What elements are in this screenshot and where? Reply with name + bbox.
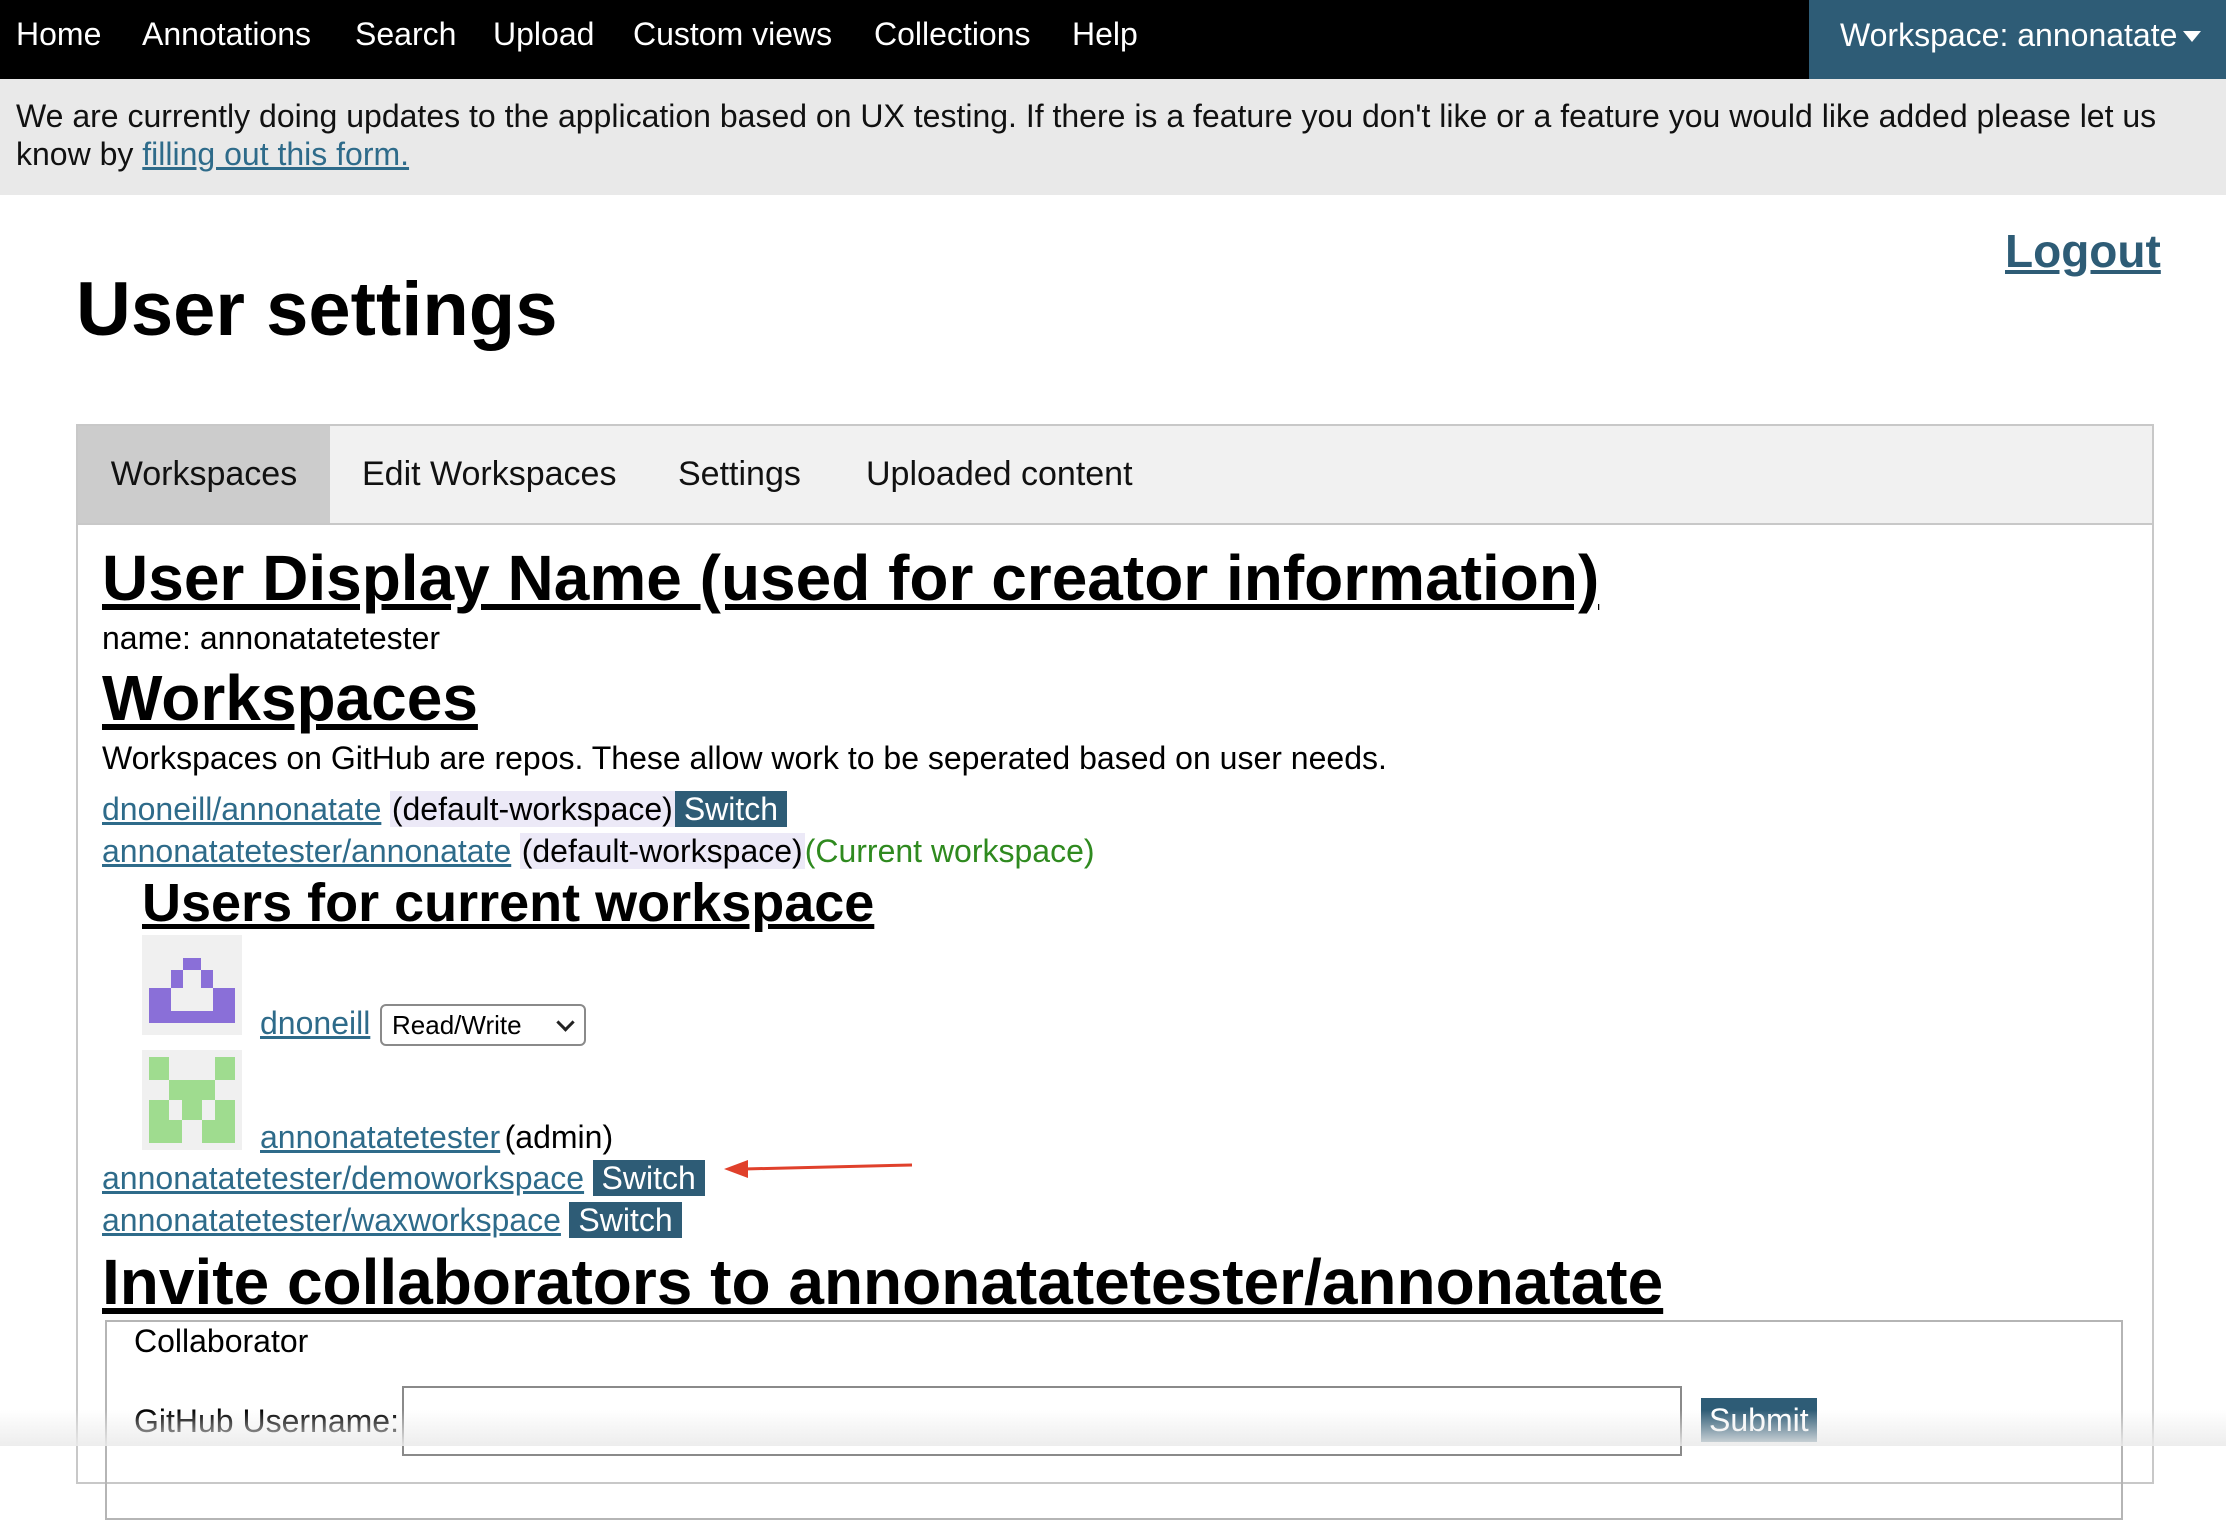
workspace-link[interactable]: dnoneill/annonatate [102,791,381,827]
user-link[interactable]: dnoneill [260,1005,370,1041]
tab-bar: Workspaces Edit Workspaces Settings Uplo… [78,426,2152,525]
user-row: dnoneill [260,1004,370,1042]
workspace-link[interactable]: annonatatetester/demoworkspace [102,1160,584,1196]
workspace-dropdown[interactable]: Workspace: annonatate [1809,0,2226,79]
identicon-icon [142,1050,242,1150]
current-workspace-label: (Current workspace) [804,833,1095,869]
github-username-label: GitHub Username: [134,1403,399,1439]
switch-button[interactable]: Switch [674,791,788,827]
tab-workspaces[interactable]: Workspaces [78,426,330,523]
display-name-value: name: annonatatetester [102,620,441,656]
nav-home[interactable]: Home [16,0,101,69]
workspace-dropdown-label: Workspace: annonatate [1840,17,2178,53]
avatar [142,935,242,1035]
page-title: User settings [76,267,558,352]
invite-heading: Invite collaborators to annonatatetester… [102,1246,1664,1318]
user-link[interactable]: annonatatetester [260,1119,500,1155]
workspace-row: dnoneill/annonatate (default-workspace) S… [102,789,788,829]
identicon-icon [142,935,242,1035]
user-row: annonatatetester (admin) [260,1118,613,1156]
feedback-form-link[interactable]: filling out this form. [142,136,409,172]
workspace-row: annonatatetester/annonatate (default-wor… [102,832,1095,870]
workspaces-heading: Workspaces [102,662,478,734]
nav-custom-views[interactable]: Custom views [633,0,832,69]
workspace-link[interactable]: annonatatetester/waxworkspace [102,1202,561,1238]
workspaces-description: Workspaces on GitHub are repos. These al… [102,740,1387,776]
nav-help[interactable]: Help [1072,0,1138,69]
default-workspace-tag: (default-workspace) [389,791,675,827]
caret-down-icon [2183,31,2201,42]
annotation-arrow-icon [724,1160,913,1178]
avatar [142,1050,242,1150]
submit-button[interactable]: Submit [1701,1398,1817,1442]
nav-upload[interactable]: Upload [493,0,594,69]
nav-annotations[interactable]: Annotations [142,0,311,69]
display-name-heading: User Display Name (used for creator info… [102,542,1600,614]
switch-button[interactable]: Switch [592,1160,705,1196]
user-role: (admin) [504,1119,614,1155]
chevron-down-icon [556,1013,575,1032]
collaborator-legend: Collaborator [130,1322,313,1360]
workspace-link[interactable]: annonatatetester/annonatate [102,833,511,869]
nav-search[interactable]: Search [355,0,456,69]
top-nav: Home Annotations Search Upload Custom vi… [0,0,2226,79]
default-workspace-tag: (default-workspace) [519,833,805,869]
switch-button[interactable]: Switch [569,1202,682,1238]
permission-select[interactable]: Read/Write [380,1004,586,1046]
workspace-row: annonatatetester/waxworkspace Switch [102,1200,682,1240]
logout-link[interactable]: Logout [2005,224,2161,278]
tab-settings[interactable]: Settings [678,426,801,523]
permission-select-value: Read/Write [392,1010,522,1040]
nav-collections[interactable]: Collections [874,0,1031,69]
tab-uploaded-content[interactable]: Uploaded content [866,426,1133,523]
update-banner: We are currently doing updates to the ap… [0,79,2226,195]
users-heading: Users for current workspace [142,873,875,933]
workspace-row: annonatatetester/demoworkspace Switch [102,1158,705,1198]
tab-edit-workspaces[interactable]: Edit Workspaces [362,426,616,523]
banner-text: We are currently doing updates to the ap… [16,97,2196,173]
